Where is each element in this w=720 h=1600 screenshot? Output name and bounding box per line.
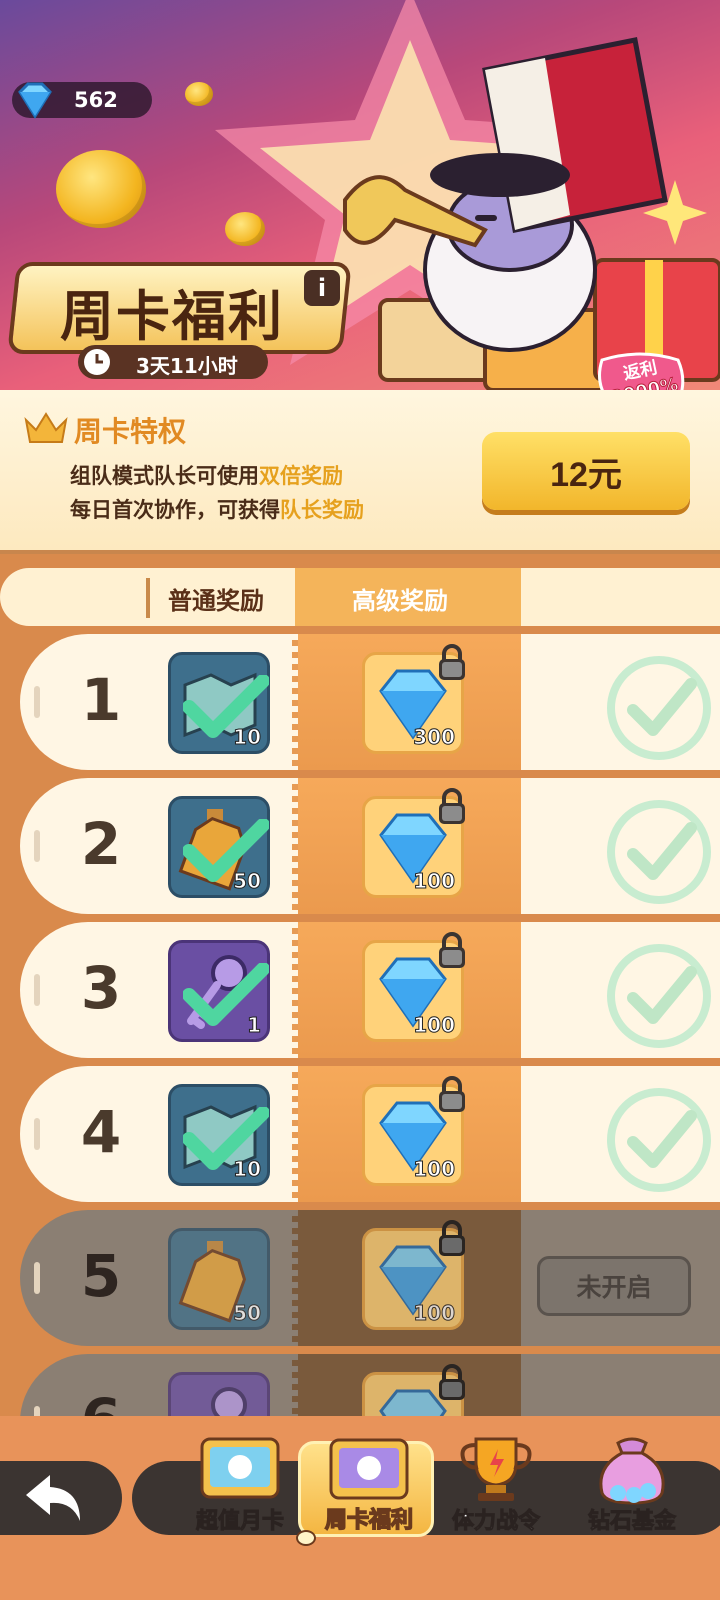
column-header-normal: 普通奖励 bbox=[168, 587, 264, 615]
countdown-text: 3天11小时 bbox=[136, 354, 238, 378]
weekly-card-icon bbox=[329, 1438, 409, 1500]
tab-gem-fund[interactable]: 钻石基金 bbox=[564, 1433, 700, 1543]
perforation bbox=[292, 1210, 298, 1346]
reward-quantity: 50 bbox=[233, 869, 262, 894]
perforation bbox=[292, 1066, 298, 1202]
reward-row: 2 50 100 bbox=[20, 778, 720, 914]
reward-table-header: 普通奖励 高级奖励 bbox=[0, 568, 720, 626]
reward-quantity: 100 bbox=[413, 1157, 456, 1182]
normal-reward-slot[interactable]: 50 bbox=[168, 1228, 270, 1330]
tab-stamina-pass[interactable]: 体力战令 bbox=[428, 1433, 564, 1543]
row-notch bbox=[34, 686, 40, 718]
tab-weekly-card[interactable]: 周卡福利 bbox=[298, 1438, 434, 1537]
privilege-line-1: 组队模式队长可使用双倍奖励 bbox=[70, 460, 343, 490]
banner: 562 周卡福利 i 3天11小时 bbox=[0, 0, 720, 395]
row-notch bbox=[34, 1118, 40, 1150]
privilege-panel: 周卡特权 组队模式队长可使用双倍奖励 每日首次协作，可获得队长奖励 12元 bbox=[0, 390, 720, 554]
lock-icon bbox=[439, 788, 465, 824]
day-number: 2 bbox=[80, 810, 122, 878]
normal-reward-slot[interactable]: 10 bbox=[168, 1084, 270, 1186]
lock-icon bbox=[439, 1076, 465, 1112]
claimed-checkmark-icon bbox=[607, 656, 711, 760]
clock-icon bbox=[84, 349, 110, 375]
reward-quantity: 1 bbox=[247, 1013, 262, 1038]
day-number: 3 bbox=[80, 954, 122, 1022]
key-icon bbox=[211, 1387, 247, 1416]
reward-quantity: 100 bbox=[413, 1301, 456, 1326]
normal-reward-slot[interactable]: 1 bbox=[168, 940, 270, 1042]
purchase-button[interactable]: 12元 bbox=[482, 432, 690, 510]
lock-icon bbox=[439, 644, 465, 680]
coin-decoration bbox=[56, 150, 146, 228]
perforation bbox=[292, 778, 298, 914]
tab-label: 周卡福利 bbox=[324, 1507, 414, 1534]
lock-icon bbox=[439, 932, 465, 968]
lock-icon bbox=[439, 1220, 465, 1256]
reward-quantity: 10 bbox=[233, 1157, 262, 1182]
normal-reward-slot[interactable]: 10 bbox=[168, 652, 270, 754]
trophy-icon bbox=[460, 1437, 532, 1501]
countdown-timer: 3天11小时 bbox=[78, 345, 268, 379]
back-arrow-icon bbox=[26, 1475, 80, 1521]
day-number: 4 bbox=[80, 1098, 122, 1166]
perforation bbox=[292, 1354, 298, 1416]
crown-icon bbox=[24, 412, 68, 443]
row-notch bbox=[34, 1262, 40, 1294]
privilege-line-2-text: 每日首次协作，可获得 bbox=[70, 498, 280, 522]
tab-label: 体力战令 bbox=[451, 1509, 540, 1535]
column-divider bbox=[146, 578, 150, 618]
gem-count: 562 bbox=[74, 88, 118, 112]
tab-monthly-card[interactable]: 超值月卡 bbox=[172, 1433, 308, 1543]
gem-balance[interactable]: 562 bbox=[12, 82, 152, 119]
row-notch bbox=[34, 974, 40, 1006]
privilege-line-2: 每日首次协作，可获得队长奖励 bbox=[70, 494, 364, 524]
coin-decoration bbox=[185, 82, 213, 106]
tab-label: 超值月卡 bbox=[195, 1509, 284, 1535]
back-button[interactable] bbox=[0, 1461, 122, 1535]
tab-bar: 超值月卡 周卡福利 体力战令 钻石基金 bbox=[132, 1437, 720, 1537]
privilege-line-1-highlight: 双倍奖励 bbox=[259, 464, 343, 488]
claimed-checkmark-icon bbox=[607, 1088, 711, 1192]
reward-quantity: 100 bbox=[413, 869, 456, 894]
reward-row: 5 50 100 未开启 bbox=[20, 1210, 720, 1346]
column-header-premium: 高级奖励 bbox=[352, 587, 448, 615]
reward-row: 3 1 100 bbox=[20, 922, 720, 1058]
privilege-line-1-text: 组队模式队长可使用 bbox=[70, 464, 259, 488]
reward-quantity: 50 bbox=[233, 1301, 262, 1326]
active-tab-indicator bbox=[296, 1530, 316, 1546]
day-number: 5 bbox=[80, 1242, 122, 1310]
lock-icon bbox=[439, 1364, 465, 1400]
privilege-heading: 周卡特权 bbox=[74, 415, 187, 448]
reward-quantity: 100 bbox=[413, 1013, 456, 1038]
normal-reward-slot[interactable]: 50 bbox=[168, 796, 270, 898]
day-number: 1 bbox=[80, 666, 122, 734]
perforation bbox=[292, 922, 298, 1058]
gem-bag-icon bbox=[599, 1437, 665, 1505]
reward-row: 6 bbox=[20, 1354, 720, 1416]
privilege-line-2-highlight: 队长奖励 bbox=[280, 498, 364, 522]
mascot-trumpeter-illustration bbox=[343, 37, 720, 390]
coin-decoration bbox=[225, 212, 265, 246]
info-button[interactable]: i bbox=[304, 270, 340, 306]
not-open-button[interactable]: 未开启 bbox=[537, 1256, 691, 1316]
claimed-checkmark-icon bbox=[607, 944, 711, 1048]
reward-quantity: 10 bbox=[233, 725, 262, 750]
bottom-navigation: 超值月卡 周卡福利 体力战令 钻石基金 bbox=[0, 1416, 720, 1600]
row-notch bbox=[34, 1406, 40, 1416]
reward-list[interactable]: 1 10 300 2 50 100 3 1 100 4 10 100 5 50 … bbox=[0, 626, 720, 1416]
perforation bbox=[292, 634, 298, 770]
page-title: 周卡福利 bbox=[60, 285, 284, 348]
claimed-checkmark-icon bbox=[607, 800, 711, 904]
day-number: 6 bbox=[76, 1386, 126, 1416]
row-notch bbox=[34, 830, 40, 862]
monthly-card-icon bbox=[200, 1437, 280, 1499]
normal-reward-slot[interactable] bbox=[168, 1372, 270, 1416]
reward-row: 4 10 100 bbox=[20, 1066, 720, 1202]
reward-row: 1 10 300 bbox=[20, 634, 720, 770]
gem-icon bbox=[18, 82, 52, 119]
reward-quantity: 300 bbox=[413, 725, 456, 750]
tab-label: 钻石基金 bbox=[587, 1509, 676, 1535]
